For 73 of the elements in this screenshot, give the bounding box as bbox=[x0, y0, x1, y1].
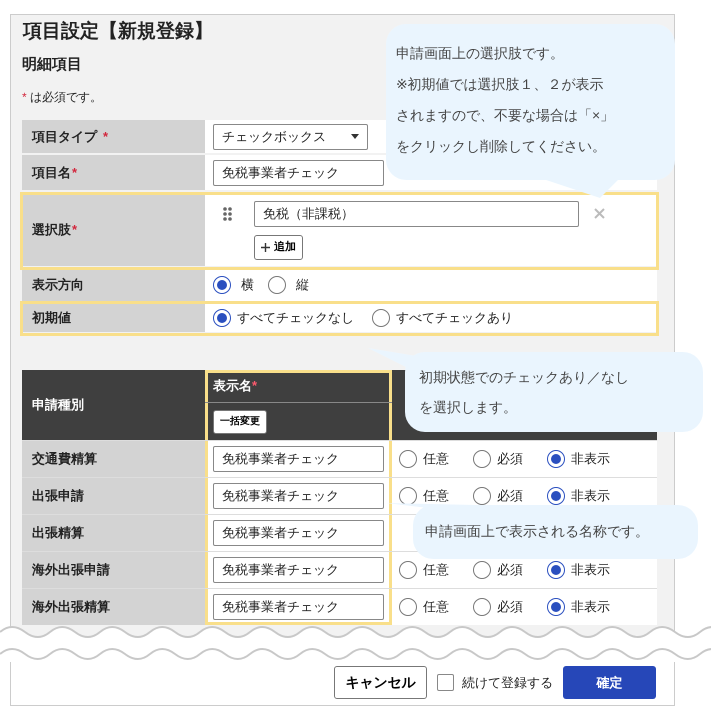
radio-label: 任意 bbox=[423, 598, 449, 616]
row-label: 出張精算 bbox=[32, 524, 84, 542]
row-label: 海外出張精算 bbox=[32, 598, 110, 616]
checkbox-label: 続けて登録する bbox=[462, 674, 553, 692]
text-field[interactable]: 免税事業者チェック bbox=[213, 483, 384, 509]
radio-button[interactable] bbox=[473, 450, 491, 468]
radio-button[interactable] bbox=[268, 276, 286, 294]
radio-button[interactable] bbox=[399, 561, 417, 579]
text-field[interactable]: 免税事業者チェック bbox=[213, 594, 384, 620]
radio-button[interactable] bbox=[547, 561, 565, 579]
required-note: は必須です。 bbox=[30, 90, 102, 104]
confirm-button[interactable]: 確定 bbox=[563, 666, 656, 699]
callout-text: 初期状態でのチェックあり／なし を選択します。 bbox=[419, 368, 630, 417]
text-field[interactable]: 免税事業者チェック bbox=[213, 160, 384, 186]
radio-label: 必須 bbox=[497, 487, 523, 506]
text-field[interactable]: 免税事業者チェック bbox=[213, 557, 384, 583]
radio-label: 任意 bbox=[423, 450, 449, 468]
radio-button[interactable] bbox=[213, 276, 231, 294]
radio-button[interactable] bbox=[372, 308, 390, 326]
section-title: 明細項目 bbox=[22, 55, 82, 75]
radio-label: 非表示 bbox=[571, 561, 610, 580]
text-field[interactable]: 免税事業者チェック bbox=[213, 446, 384, 472]
radio-label: 横 bbox=[241, 276, 254, 294]
plus-icon bbox=[261, 242, 270, 252]
radio-label: すべてチェックあり bbox=[396, 308, 513, 327]
bulk-change-button[interactable]: 一括変更 bbox=[213, 410, 267, 434]
radio-button[interactable] bbox=[547, 450, 565, 468]
radio-label: 任意 bbox=[423, 487, 449, 506]
radio-label: 非表示 bbox=[571, 487, 610, 506]
required-mark: * bbox=[72, 164, 78, 182]
radio-button[interactable] bbox=[399, 450, 417, 468]
close-icon bbox=[594, 208, 605, 219]
row-label: 交通費精算 bbox=[32, 450, 97, 468]
radio-button[interactable] bbox=[473, 487, 491, 505]
radio-label: 任意 bbox=[423, 561, 449, 580]
required-mark: * bbox=[72, 221, 78, 240]
add-button[interactable]: 追加 bbox=[254, 234, 303, 260]
radio-button[interactable] bbox=[399, 598, 417, 616]
callout-text: 申請画面上の選択肢です。 ※初期値では選択肢１、２が表示 されますので、不要な場合は「×」 をクリックし削除してください。 bbox=[396, 44, 616, 156]
caret-icon bbox=[351, 134, 359, 139]
radio-button[interactable] bbox=[213, 308, 231, 326]
option-field[interactable]: 免税（非課税） bbox=[254, 200, 579, 226]
radio-label: 必須 bbox=[497, 450, 523, 468]
radio-label: 必須 bbox=[497, 598, 523, 616]
field-label: 項目名 bbox=[32, 164, 71, 182]
radio-label: すべてチェックなし bbox=[237, 308, 354, 327]
field-label: 初期値 bbox=[32, 308, 71, 327]
field-label: 選択肢 bbox=[32, 221, 71, 240]
text-field[interactable]: 免税事業者チェック bbox=[213, 520, 384, 546]
required-mark: * bbox=[103, 128, 108, 146]
field-label: 表示方向 bbox=[32, 276, 84, 294]
checkbox[interactable] bbox=[437, 674, 454, 691]
column-header: 表示名 bbox=[213, 377, 252, 396]
radio-label: 縦 bbox=[296, 276, 309, 294]
column-header: 申請種別 bbox=[32, 396, 84, 414]
radio-label: 非表示 bbox=[571, 450, 610, 468]
radio-button[interactable] bbox=[399, 487, 417, 505]
row-label: 海外出張申請 bbox=[32, 561, 110, 580]
page-title: 項目設定【新規登録】 bbox=[23, 20, 213, 44]
cancel-button[interactable]: キャンセル bbox=[334, 666, 427, 699]
radio-label: 非表示 bbox=[571, 598, 610, 616]
row-label: 出張申請 bbox=[32, 487, 84, 506]
required-mark: * bbox=[252, 377, 258, 396]
required-mark: * bbox=[22, 90, 27, 104]
field-label: 項目タイプ bbox=[32, 128, 97, 146]
select-field[interactable]: チェックボックス bbox=[213, 124, 368, 150]
radio-button[interactable] bbox=[473, 598, 491, 616]
callout-text: 申請画面上で表示される名称です。 bbox=[425, 522, 650, 541]
drag-handle-icon bbox=[223, 206, 232, 220]
radio-button[interactable] bbox=[547, 598, 565, 616]
radio-button[interactable] bbox=[473, 561, 491, 579]
radio-button[interactable] bbox=[547, 487, 565, 505]
radio-label: 必須 bbox=[497, 561, 523, 580]
